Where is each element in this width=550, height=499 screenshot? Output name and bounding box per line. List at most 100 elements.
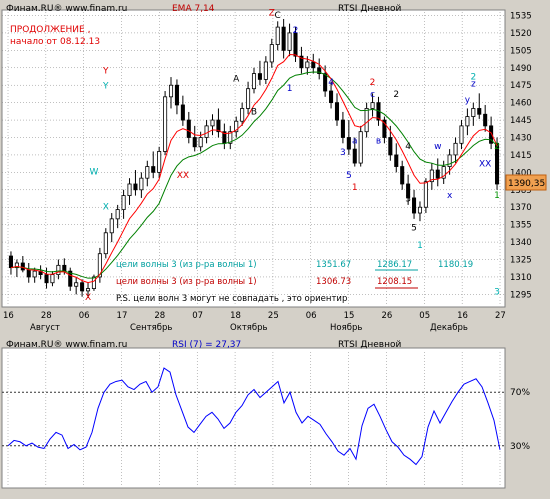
candle-body [340, 119, 345, 138]
wave-label: 1 [287, 84, 293, 94]
candle-body [180, 104, 185, 121]
wave-label: 1 [352, 183, 358, 193]
candle-body [364, 108, 369, 133]
candle-body [483, 113, 488, 127]
price-y-tick-label: 1355 [510, 221, 532, 231]
rsi-indicator-label: RSI (7) = 27,37 [172, 340, 241, 350]
wave-label: 2 [393, 90, 399, 100]
targets-red-v2: 1208.15 [377, 277, 412, 287]
wave-label: XX [479, 160, 491, 170]
month-label: Октябрь [230, 323, 268, 333]
price-x-tick-label: 17 [117, 311, 128, 321]
wave-label: 2 [494, 142, 500, 152]
wave-label: y [465, 96, 471, 106]
wave-label: c [370, 90, 375, 100]
candle-body [121, 195, 126, 210]
price-x-tick-label: 25 [268, 311, 279, 321]
candle-body [323, 73, 328, 92]
candle-body [62, 264, 67, 272]
candle-body [163, 96, 168, 152]
candle-body [370, 102, 375, 109]
candle-body [157, 151, 162, 173]
candle-body [186, 119, 191, 138]
candle-body [133, 183, 138, 191]
candle-body [447, 154, 452, 167]
wave-label: x [447, 191, 453, 201]
candle-body [352, 148, 357, 164]
wave-label: X [85, 293, 91, 303]
candle-body [32, 270, 37, 278]
wave-label: A [233, 75, 240, 85]
candle-body [394, 154, 399, 167]
price-y-tick-label: 1340 [510, 238, 532, 248]
candle-body [204, 125, 209, 138]
rsi-panel-title: RTSI Дневной [338, 340, 401, 350]
price-x-tick-label: 28 [41, 311, 52, 321]
price-panel-title: RTSI Дневной [338, 4, 401, 14]
candle-body [139, 177, 144, 191]
candle-body [465, 116, 470, 127]
wave-label: C [275, 11, 281, 21]
candle-body [358, 131, 363, 164]
wave-label: W [89, 168, 98, 178]
candle-body [127, 183, 132, 197]
price-x-tick-label: 07 [192, 311, 203, 321]
price-y-tick-label: 1325 [510, 256, 532, 266]
wave-label: 4 [328, 78, 334, 88]
candle-body [240, 108, 245, 122]
price-x-tick-label: 28 [154, 311, 165, 321]
candle-body [435, 169, 440, 179]
targets-red-label: цели волны 3 (из р-ра волны 1) [116, 277, 257, 287]
wave-label: 2 [293, 26, 299, 36]
candle-body [311, 61, 316, 69]
price-y-tick-label: 1370 [510, 203, 532, 213]
candle-body [103, 232, 108, 255]
candle-body [145, 166, 150, 179]
candle-body [263, 61, 268, 80]
candle-body [85, 288, 91, 292]
candle-body [192, 137, 197, 148]
candle-body [26, 269, 31, 278]
note-line1: ПРОДОЛЖЕНИЕ , [10, 25, 90, 35]
price-source-label: Финам.RU® www.finam.ru [6, 4, 127, 14]
wave-label: Y [102, 82, 109, 92]
wave-label: 3 [405, 194, 411, 204]
candle-body [246, 88, 251, 109]
candle-body [453, 142, 458, 156]
candle-body [44, 274, 49, 284]
wave-label: w [434, 142, 441, 152]
wave-label: 4 [405, 142, 411, 152]
candle-body [174, 84, 179, 106]
price-y-axis: 1535152015051490147514601445143014151400… [510, 11, 532, 300]
candle-body [210, 119, 215, 127]
month-label: Август [30, 323, 60, 333]
price-x-tick-label: 16 [457, 311, 468, 321]
price-y-tick-label: 1415 [510, 151, 532, 161]
targets-cyan-v1: 1351.67 [316, 260, 351, 270]
wave-label: 5 [346, 171, 352, 181]
candle-body [50, 274, 55, 284]
price-x-tick-label: 05 [419, 311, 430, 321]
price-x-tick-label: 16 [3, 311, 14, 321]
rsi-panel [1, 347, 506, 489]
rsi-level-30-label: 30% [510, 442, 530, 452]
price-x-tick-label: 06 [306, 311, 317, 321]
month-label: Сентябрь [130, 323, 172, 333]
price-x-tick-label: 06 [79, 311, 90, 321]
candle-body [151, 166, 156, 173]
candle-body [287, 32, 292, 51]
candle-body [115, 209, 120, 220]
chart-canvas: 1535152015051490147514601445143014151400… [0, 0, 550, 499]
price-y-tick-label: 1295 [510, 290, 532, 300]
targets-cyan-v2: 1286.17 [377, 260, 412, 270]
candle-body [257, 73, 262, 80]
price-x-tick-label: 26 [381, 311, 392, 321]
candle-body [56, 264, 61, 276]
targets-cyan-v3: 1180.19 [438, 260, 473, 270]
price-y-tick-label: 1505 [510, 46, 532, 56]
candle-body [477, 108, 482, 115]
price-x-tick-label: 15 [344, 311, 355, 321]
month-label: Ноябрь [330, 323, 362, 333]
candle-body [109, 218, 114, 234]
price-y-tick-label: 1310 [510, 273, 532, 283]
